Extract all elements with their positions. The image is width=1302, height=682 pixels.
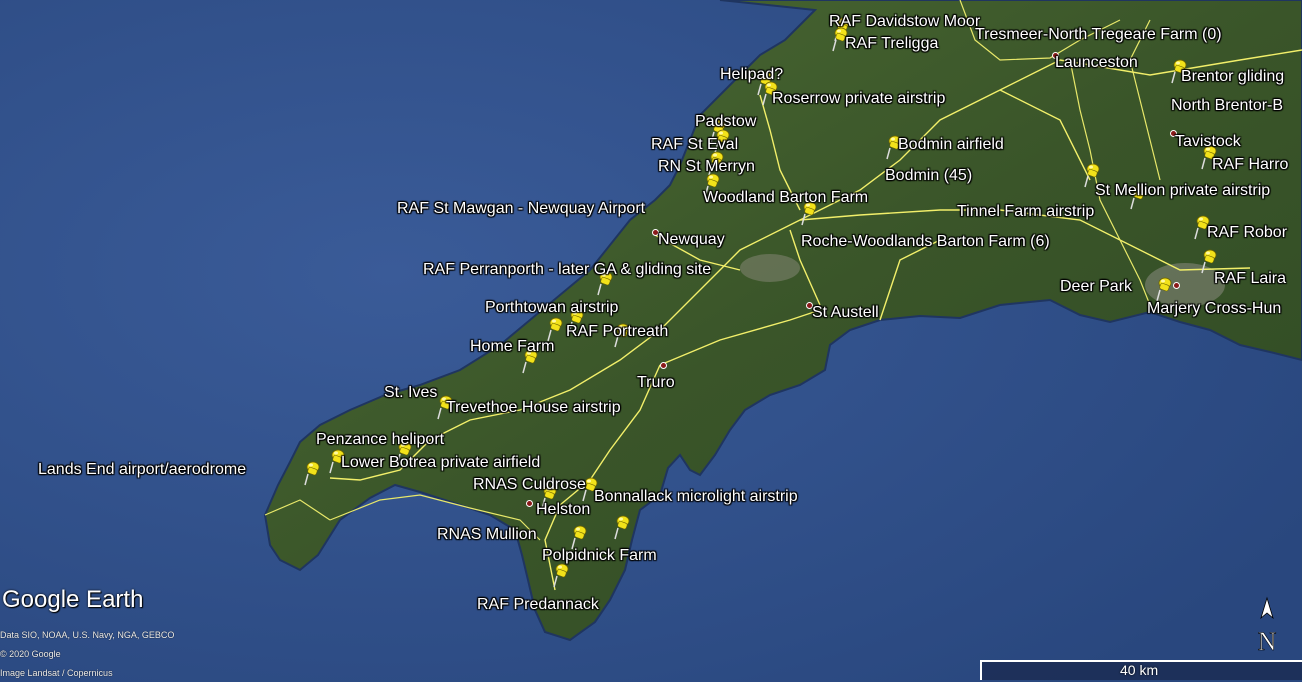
label-helston[interactable]: Helston <box>536 501 590 519</box>
north-label: N <box>1258 627 1277 656</box>
label-rnas-mullion[interactable]: RNAS Mullion <box>437 526 537 544</box>
label-raf-treligga[interactable]: RAF Treligga <box>845 35 938 53</box>
label-roche-woodlands[interactable]: Roche-Woodlands Barton Farm (6) <box>801 233 1050 251</box>
label-raf-predannack[interactable]: RAF Predannack <box>477 596 599 614</box>
clay-district <box>740 254 800 282</box>
label-raf-robor[interactable]: RAF Robor <box>1207 224 1287 242</box>
label-tavistock[interactable]: Tavistock <box>1175 133 1241 151</box>
label-raf-portreath[interactable]: RAF Portreath <box>566 323 668 341</box>
label-north-brentor[interactable]: North Brentor-B <box>1171 97 1283 115</box>
label-truro[interactable]: Truro <box>637 374 675 392</box>
label-marjery-cross[interactable]: Marjery Cross-Hun <box>1147 300 1281 318</box>
label-porthtowan[interactable]: Porthtowan airstrip <box>485 299 618 317</box>
pushpin-icon[interactable] <box>612 514 632 540</box>
label-st-mellion[interactable]: St Mellion private airstrip <box>1095 182 1270 200</box>
label-st-austell[interactable]: St Austell <box>812 304 879 322</box>
credit-imagery: Image Landsat / Copernicus <box>0 668 113 678</box>
label-polpidnick[interactable]: Polpidnick Farm <box>542 547 657 565</box>
scale-label: 40 km <box>1120 662 1159 678</box>
town-marker-helston[interactable] <box>526 500 533 507</box>
label-bodmin-45[interactable]: Bodmin (45) <box>885 167 972 185</box>
label-bodmin-airfield[interactable]: Bodmin airfield <box>898 136 1004 154</box>
label-brentor-gliding[interactable]: Brentor gliding <box>1181 68 1284 86</box>
pushpin-icon[interactable] <box>302 460 322 486</box>
label-raf-st-eval[interactable]: RAF St Eval <box>651 136 738 154</box>
pushpin-icon[interactable] <box>551 562 571 588</box>
label-rn-st-merryn[interactable]: RN St Merryn <box>658 158 755 176</box>
label-bonnallack[interactable]: Bonnallack microlight airstrip <box>594 488 798 506</box>
label-helipad[interactable]: Helipad? <box>720 66 783 84</box>
label-raf-perranporth[interactable]: RAF Perranporth - later GA & gliding sit… <box>423 261 711 279</box>
label-launceston[interactable]: Launceston <box>1055 54 1138 72</box>
label-raf-laira[interactable]: RAF Laira <box>1214 270 1286 288</box>
label-st-ives[interactable]: St. Ives <box>384 384 437 402</box>
label-roserrow[interactable]: Roserrow private airstrip <box>772 90 945 108</box>
label-woodland-barton-farm[interactable]: Woodland Barton Farm <box>703 189 868 207</box>
label-lands-end[interactable]: Lands End airport/aerodrome <box>38 461 246 479</box>
label-home-farm[interactable]: Home Farm <box>470 338 554 356</box>
town-marker-truro[interactable] <box>660 362 667 369</box>
pushpin-icon[interactable] <box>1154 276 1174 302</box>
google-earth-logo: Google Earth <box>2 586 144 613</box>
town-marker-plymouth[interactable] <box>1173 282 1180 289</box>
label-padstow[interactable]: Padstow <box>695 113 756 131</box>
label-deer-park[interactable]: Deer Park <box>1060 278 1132 296</box>
label-raf-st-mawgan[interactable]: RAF St Mawgan - Newquay Airport <box>397 200 645 218</box>
credit-data: Data SIO, NOAA, U.S. Navy, NGA, GEBCO <box>0 630 175 640</box>
label-lower-botrea[interactable]: Lower Botrea private airfield <box>341 454 540 472</box>
label-penzance-heliport[interactable]: Penzance heliport <box>316 431 444 449</box>
label-tresmeer[interactable]: Tresmeer-North Tregeare Farm (0) <box>975 26 1222 44</box>
label-raf-davidstow-moor[interactable]: RAF Davidstow Moor <box>829 13 980 31</box>
map-canvas[interactable] <box>0 0 1302 682</box>
label-tinnel-farm[interactable]: Tinnel Farm airstrip <box>957 203 1094 221</box>
label-trevethoe[interactable]: Trevethoe House airstrip <box>446 399 621 417</box>
label-newquay[interactable]: Newquay <box>658 231 725 249</box>
north-arrow-icon[interactable]: N <box>1254 596 1280 656</box>
label-rnas-culdrose[interactable]: RNAS Culdrose <box>473 476 586 494</box>
credit-copyright: © 2020 Google <box>0 649 61 659</box>
label-raf-harro[interactable]: RAF Harro <box>1212 156 1288 174</box>
